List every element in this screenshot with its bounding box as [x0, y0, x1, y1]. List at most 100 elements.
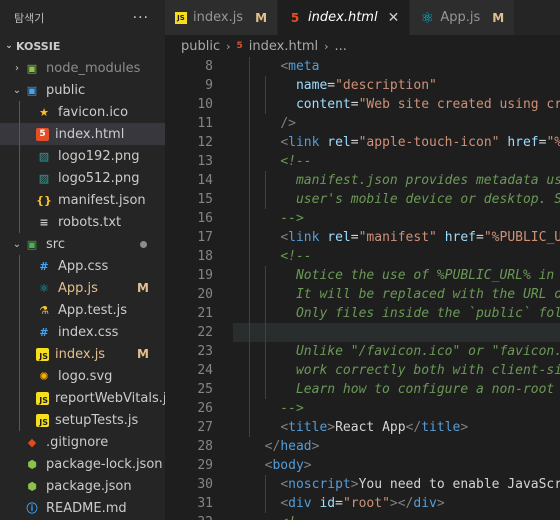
line-number: 27 [197, 420, 213, 435]
tree-file-robots-txt[interactable]: ≡ robots.txt [0, 211, 165, 233]
code-line[interactable]: <title>React App</title> [249, 418, 560, 437]
code-line[interactable]: It will be replaced with the URL of the … [249, 285, 560, 304]
tree-file-index-html[interactable]: 5 index.html [0, 123, 165, 145]
info-icon: ⓘ [26, 502, 38, 515]
tab-index-js[interactable]: JS index.js M [165, 0, 279, 35]
code-lines[interactable]: <meta name="description" content="Web si… [249, 57, 560, 520]
code-line[interactable]: --> [249, 399, 560, 418]
line-number: 24 [197, 363, 213, 378]
code-token: content [295, 97, 351, 112]
breadcrumb-file[interactable]: index.html [249, 39, 318, 54]
code-line[interactable]: Notice the use of %PUBLIC_URL% in the ta… [249, 266, 560, 285]
code-line[interactable]: user's mobile device or desktop. See htt… [249, 190, 560, 209]
breadcrumb-more[interactable]: ... [335, 39, 347, 54]
indent-guide [265, 475, 266, 513]
workspace-section-header[interactable]: ⌄ KOSSIE [0, 35, 165, 57]
tab-index-html[interactable]: 5 index.html ✕ [278, 0, 411, 35]
code-token: < [280, 230, 289, 245]
code-token: id [319, 496, 336, 511]
star-icon: ★ [39, 105, 49, 119]
css-icon: # [39, 325, 49, 339]
code-line[interactable] [249, 323, 560, 342]
tree-file-setuptests-js[interactable]: JS setupTests.js [0, 409, 165, 431]
tree-folder-public[interactable]: ⌄ ▣ public [0, 79, 165, 101]
close-icon[interactable]: ✕ [388, 10, 400, 26]
code-token: div [288, 496, 312, 511]
line-number: 12 [197, 135, 213, 150]
code-token: It will be replaced with the URL of the … [295, 287, 560, 302]
code-editor[interactable]: 8 9 10 11 12 13 14 15 16 17 18 19 20 21 22 23 24 25 26 27 28… [165, 57, 560, 520]
tree-file-app-js[interactable]: ⚛ App.js M [0, 277, 165, 299]
tree-file-logo192-png[interactable]: ▨ logo192.png [0, 145, 165, 167]
code-line[interactable]: <div id="root"></div> [249, 494, 560, 513]
code-line[interactable]: Only files inside the `public` folder ca… [249, 304, 560, 323]
line-number: 18 [197, 249, 213, 264]
breadcrumb-folder[interactable]: public [181, 39, 220, 54]
tree-file-gitignore[interactable]: ◆ .gitignore [0, 431, 165, 453]
indent-guide [19, 189, 20, 211]
tree-folder-src[interactable]: ⌄ ▣ src [0, 233, 165, 255]
tree-file-favicon-ico[interactable]: ★ favicon.ico [0, 101, 165, 123]
tree-item-label: README.md [46, 500, 127, 516]
code-line[interactable]: <!-- [249, 152, 560, 171]
code-line[interactable]: </head> [249, 437, 560, 456]
code-line[interactable]: <noscript>You need to enable JavaScript … [249, 475, 560, 494]
indent-guide [19, 343, 20, 365]
tree-file-logo-svg[interactable]: ✺ logo.svg [0, 365, 165, 387]
tree-folder-node-modules[interactable]: › ▣ node_modules [0, 57, 165, 79]
html5-icon: 5 [290, 10, 300, 25]
tree-item-label: App.css [58, 258, 109, 274]
code-line[interactable]: Unlike "/favicon.ico" or "favicon.ico", … [249, 342, 560, 361]
tree-file-manifest-json[interactable]: {} manifest.json [0, 189, 165, 211]
code-line[interactable]: <body> [249, 456, 560, 475]
code-token: "%PUBLIC_URL%/manifest.json" [483, 230, 560, 245]
tab-app-js[interactable]: ⚛ App.js M [410, 0, 516, 35]
tree-item-label: .gitignore [46, 434, 109, 450]
tree-file-logo512-png[interactable]: ▨ logo512.png [0, 167, 165, 189]
explorer-title: 탐색기 [14, 11, 45, 25]
explorer-sidebar: 탐색기 ··· ⌄ KOSSIE › ▣ node_modules ⌄ ▣ public ★… [0, 0, 165, 520]
line-number: 8 [205, 59, 213, 74]
tree-file-package-lock-json[interactable]: ⬢ package-lock.json [0, 453, 165, 475]
more-actions-icon[interactable]: ··· [133, 10, 149, 26]
folder-public-icon: ▣ [26, 83, 38, 97]
tree-item-label: node_modules [46, 60, 141, 76]
code-line[interactable]: manifest.json provides metadata used whe… [249, 171, 560, 190]
code-line[interactable]: name="description" [249, 76, 560, 95]
tree-file-package-json[interactable]: ⬢ package.json [0, 475, 165, 497]
tree-file-app-test-js[interactable]: ⚗ App.test.js [0, 299, 165, 321]
tree-item-label: manifest.json [58, 192, 146, 208]
code-line[interactable]: <!-- [249, 247, 560, 266]
code-line[interactable]: <link rel="manifest" href="%PUBLIC_URL%/… [249, 228, 560, 247]
tree-item-label: favicon.ico [58, 104, 129, 120]
code-line[interactable]: work correctly both with client-side rou… [249, 361, 560, 380]
tree-file-app-css[interactable]: # App.css [0, 255, 165, 277]
tree-file-index-js[interactable]: JS index.js M [0, 343, 165, 365]
line-number: 14 [197, 173, 213, 188]
code-token: work correctly both with client-side rou… [295, 363, 560, 378]
code-line[interactable]: Learn how to configure a non-root public… [249, 380, 560, 399]
chevron-right-icon: › [226, 39, 231, 53]
workspace-name: KOSSIE [16, 39, 61, 53]
code-line[interactable]: /> [249, 114, 560, 133]
code-line[interactable]: <!-- [249, 513, 560, 520]
tree-file-reportwebvitals-js[interactable]: JS reportWebVitals.js [0, 387, 165, 409]
code-token: href [507, 135, 539, 150]
code-line[interactable]: content="Web site created using create-r… [249, 95, 560, 114]
code-token: </ [264, 439, 281, 454]
code-line[interactable]: --> [249, 209, 560, 228]
code-line[interactable]: <link rel="apple-touch-icon" href="%PUBL… [249, 133, 560, 152]
tree-file-readme-md[interactable]: ⓘ README.md [0, 497, 165, 519]
code-token: > [350, 477, 359, 492]
line-number: 17 [197, 230, 213, 245]
code-token: "root" [342, 496, 390, 511]
code-token: < [280, 496, 289, 511]
code-line[interactable]: <meta [249, 57, 560, 76]
image-icon: ▨ [38, 171, 50, 185]
tree-file-index-css[interactable]: # index.css [0, 321, 165, 343]
